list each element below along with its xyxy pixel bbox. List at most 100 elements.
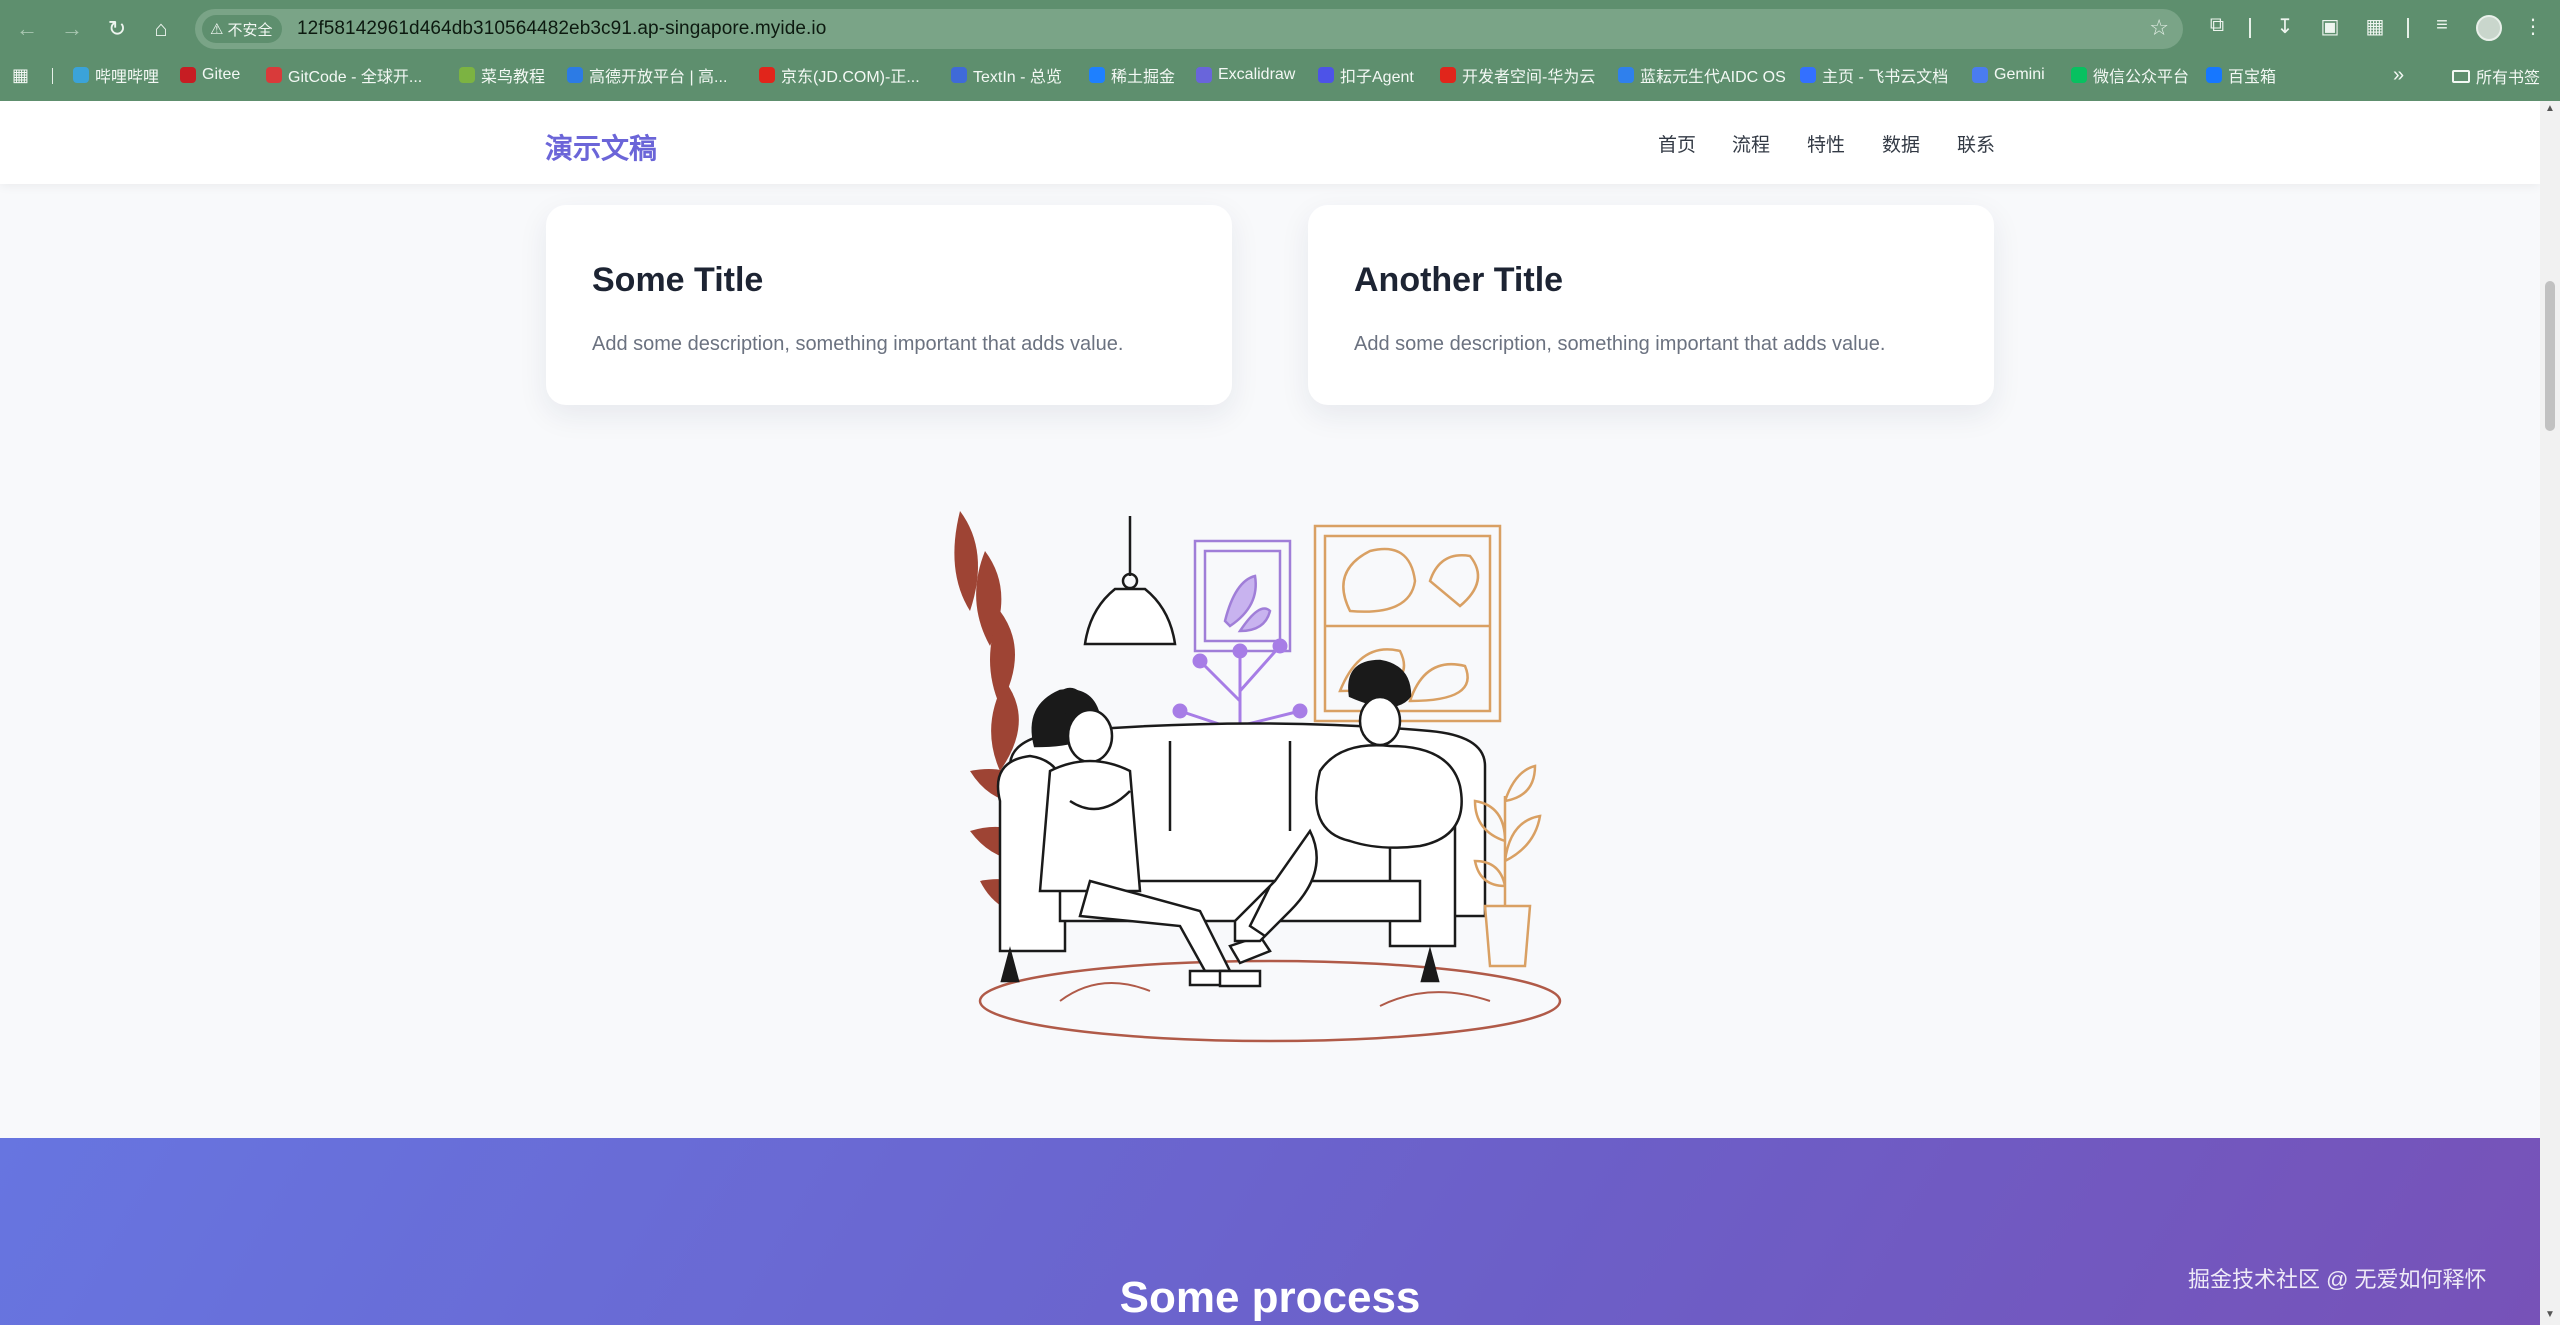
url-text[interactable]: 12f58142961d464db310564482eb3c91.ap-sing… bbox=[297, 18, 826, 40]
bookmark-favicon-icon bbox=[1440, 67, 1456, 83]
bookmark-item[interactable]: Excalidraw bbox=[1196, 64, 1295, 86]
page-viewport: 演示文稿 首页 流程 特性 数据 联系 Some Title Add some … bbox=[0, 101, 2540, 1325]
bookmarks-bar: ▦ 哔哩哔哩 Gitee GitCode - 全球开... 菜鸟教程 高德开放平台 | … bbox=[0, 60, 2560, 90]
bookmark-label: 京东(JD.COM)-正... bbox=[781, 69, 920, 86]
bookmark-favicon-icon bbox=[1318, 67, 1334, 83]
bookmark-favicon-icon bbox=[266, 67, 282, 83]
bookmark-favicon-icon bbox=[1972, 67, 1988, 83]
bookmark-favicon-icon bbox=[459, 67, 475, 83]
bookmark-label: 稀土掘金 bbox=[1111, 69, 1176, 86]
bookmark-label: Gitee bbox=[202, 66, 241, 83]
nav-link-data[interactable]: 数据 bbox=[1882, 130, 1920, 157]
download-icon[interactable]: ↧ bbox=[2270, 14, 2300, 39]
card-title: Another Title bbox=[1354, 261, 1564, 299]
bookmark-label: GitCode - 全球开... bbox=[288, 69, 423, 86]
card-description: Add some description, something importan… bbox=[592, 333, 1124, 355]
bookmark-item[interactable]: 菜鸟教程 bbox=[459, 64, 545, 86]
reading-mode-icon[interactable]: ▣ bbox=[2315, 14, 2345, 39]
bookmark-item[interactable]: Gitee bbox=[180, 64, 240, 86]
security-label: 不安全 bbox=[227, 21, 273, 39]
toolbar-divider bbox=[2249, 18, 2251, 38]
bookmark-item[interactable]: GitCode - 全球开... bbox=[266, 64, 422, 86]
bookmark-item[interactable]: 微信公众平台 bbox=[2071, 64, 2189, 86]
bookmark-label: 主页 - 飞书云文档 bbox=[1822, 69, 1949, 86]
bookmark-label: 哔哩哔哩 bbox=[95, 69, 160, 86]
scroll-up-icon[interactable]: ▲ bbox=[2545, 103, 2555, 114]
extensions-icon[interactable]: ⧉ bbox=[2202, 14, 2232, 37]
bookmark-item[interactable]: Gemini bbox=[1972, 64, 2045, 86]
bookmark-label: TextIn - 总览 bbox=[973, 69, 1062, 86]
bookmark-label: Gemini bbox=[1994, 66, 2045, 83]
bookmark-favicon-icon bbox=[1800, 67, 1816, 83]
scroll-down-icon[interactable]: ▼ bbox=[2545, 1309, 2555, 1320]
nav-link-process[interactable]: 流程 bbox=[1732, 130, 1770, 157]
nav-link-contact[interactable]: 联系 bbox=[1957, 130, 1995, 157]
bookmark-item[interactable]: TextIn - 总览 bbox=[951, 64, 1062, 86]
bookmark-favicon-icon bbox=[951, 67, 967, 83]
bookmark-item[interactable]: 高德开放平台 | 高... bbox=[567, 64, 727, 86]
browser-chrome: ← → ↻ ⌂ ⚠ 不安全 12f58142961d464db310564482… bbox=[0, 0, 2560, 101]
back-icon[interactable]: ← bbox=[10, 12, 44, 46]
nav-link-features[interactable]: 特性 bbox=[1807, 130, 1845, 157]
bookmark-item[interactable]: 稀土掘金 bbox=[1089, 64, 1175, 86]
bookmark-item[interactable]: 京东(JD.COM)-正... bbox=[759, 64, 920, 86]
bookmark-favicon-icon bbox=[2071, 67, 2087, 83]
picture-frame-icon bbox=[1193, 539, 1292, 653]
watermark-text: 掘金技术社区 @ 无爱如何释怀 bbox=[2188, 1267, 2487, 1292]
address-bar[interactable]: ⚠ 不安全 12f58142961d464db310564482eb3c91.a… bbox=[195, 9, 2183, 49]
scroll-thumb[interactable] bbox=[2545, 281, 2555, 431]
bookmark-item[interactable]: 蓝耘元生代AIDC OS bbox=[1618, 64, 1786, 86]
warning-icon: ⚠ bbox=[210, 21, 224, 38]
forward-icon[interactable]: → bbox=[55, 12, 89, 46]
all-bookmarks-button[interactable]: 所有书签 bbox=[2452, 64, 2540, 88]
nav-link-home[interactable]: 首页 bbox=[1658, 130, 1696, 157]
bookmark-label: 蓝耘元生代AIDC OS bbox=[1640, 69, 1786, 86]
bookmark-favicon-icon bbox=[73, 67, 89, 83]
bookmark-label: 扣子Agent bbox=[1340, 69, 1414, 86]
all-bookmarks-label: 所有书签 bbox=[2476, 70, 2541, 87]
feature-card: Some Title Add some description, somethi… bbox=[546, 205, 1232, 405]
lamp-icon bbox=[1083, 516, 1177, 646]
apps-icon[interactable]: ▦ bbox=[12, 64, 29, 86]
security-chip[interactable]: ⚠ 不安全 bbox=[202, 15, 283, 43]
reload-icon[interactable]: ↻ bbox=[100, 12, 134, 46]
browser-toolbar: ← → ↻ ⌂ ⚠ 不安全 12f58142961d464db310564482… bbox=[0, 0, 2560, 57]
bookmark-item[interactable]: 开发者空间-华为云 bbox=[1440, 64, 1595, 86]
bookmark-label: 百宝箱 bbox=[2228, 69, 2277, 86]
more-menu-icon[interactable]: ⋮ bbox=[2518, 14, 2548, 39]
card-description: Add some description, something importan… bbox=[1354, 333, 1886, 355]
site-header: 演示文稿 首页 流程 特性 数据 联系 bbox=[0, 101, 2540, 184]
profile-avatar[interactable] bbox=[2476, 15, 2502, 41]
bookmark-item[interactable]: 扣子Agent bbox=[1318, 64, 1414, 86]
sofa-illustration bbox=[954, 511, 1562, 1043]
card-title: Some Title bbox=[592, 261, 764, 299]
bookmark-favicon-icon bbox=[1196, 67, 1212, 83]
site-logo[interactable]: 演示文稿 bbox=[545, 127, 657, 167]
bookmark-label: 微信公众平台 bbox=[2093, 69, 2190, 86]
bookmark-item[interactable]: 哔哩哔哩 bbox=[73, 64, 159, 86]
bookmark-label: Excalidraw bbox=[1218, 66, 1296, 83]
page-scrollbar[interactable]: ▲ ▼ bbox=[2540, 101, 2560, 1325]
bookmark-item[interactable]: 百宝箱 bbox=[2206, 64, 2276, 86]
process-section: Some process bbox=[0, 1138, 2540, 1325]
bookmark-favicon-icon bbox=[759, 67, 775, 83]
process-heading: Some process bbox=[1119, 1273, 1421, 1322]
media-queue-icon[interactable]: ≡ bbox=[2427, 14, 2457, 37]
bookmark-favicon-icon bbox=[180, 67, 196, 83]
apps-grid-icon[interactable]: ▦ bbox=[2360, 14, 2390, 39]
bookmark-label: 开发者空间-华为云 bbox=[1462, 69, 1596, 86]
bookmark-favicon-icon bbox=[1618, 67, 1634, 83]
home-icon[interactable]: ⌂ bbox=[144, 12, 178, 46]
bookmark-star-icon[interactable]: ☆ bbox=[2149, 15, 2169, 41]
bookmark-favicon-icon bbox=[1089, 67, 1105, 83]
folder-icon bbox=[2452, 69, 2470, 83]
bookmarks-overflow-icon[interactable]: » bbox=[2393, 64, 2404, 87]
bookmark-label: 菜鸟教程 bbox=[481, 69, 546, 86]
bookmark-favicon-icon bbox=[2206, 67, 2222, 83]
toolbar-divider bbox=[2407, 18, 2409, 38]
bookmark-favicon-icon bbox=[567, 67, 583, 83]
bookmark-label: 高德开放平台 | 高... bbox=[589, 69, 728, 86]
rug-shape bbox=[978, 959, 1562, 1043]
feature-card: Another Title Add some description, some… bbox=[1308, 205, 1994, 405]
bookmark-item[interactable]: 主页 - 飞书云文档 bbox=[1800, 64, 1948, 86]
